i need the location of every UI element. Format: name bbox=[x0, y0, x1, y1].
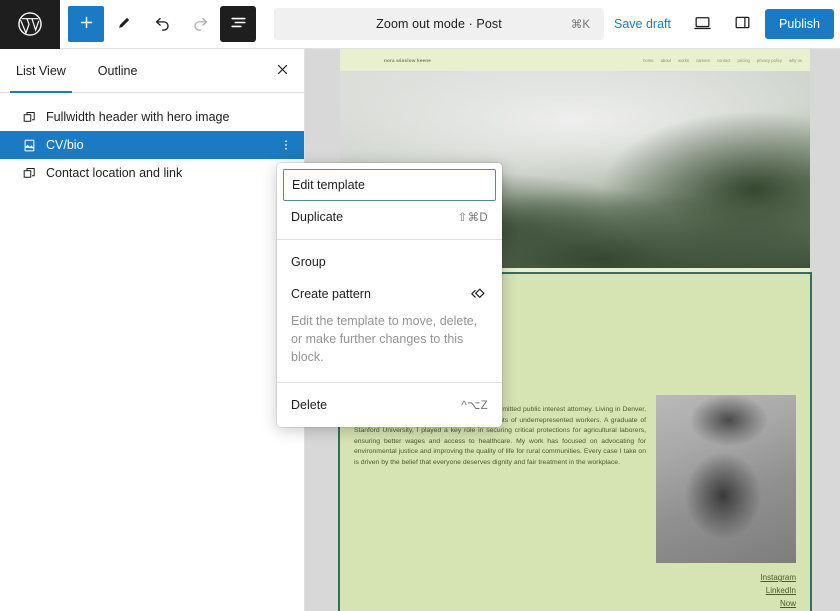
social-link-linkedin[interactable]: LinkedIn bbox=[656, 584, 796, 597]
preview-button[interactable] bbox=[685, 6, 721, 42]
editor-toolbar: Zoom out mode · Post ⌘K Save draft Publi… bbox=[0, 0, 840, 49]
site-nav-links: home about works careers contact pricing… bbox=[643, 58, 802, 63]
pattern-icon bbox=[22, 166, 46, 181]
settings-sidebar-button[interactable] bbox=[725, 6, 761, 42]
list-view-rows: Fullwidth header with hero image CV/bio bbox=[0, 93, 304, 187]
pencil-icon bbox=[116, 14, 133, 34]
edit-tool-button[interactable] bbox=[106, 6, 142, 42]
site-nav-link[interactable]: pricing bbox=[737, 58, 749, 63]
menu-item-label: Edit template bbox=[292, 178, 365, 192]
list-view-tabs: List View Outline bbox=[0, 49, 304, 93]
plus-icon bbox=[78, 14, 95, 34]
menu-item-duplicate[interactable]: Duplicate ⇧⌘D bbox=[277, 201, 502, 233]
toolbar-left-group bbox=[60, 6, 256, 42]
menu-item-delete[interactable]: Delete ^⌥Z bbox=[277, 389, 502, 421]
site-navigation: nora winslow keene home about works care… bbox=[340, 49, 810, 71]
close-list-view-button[interactable] bbox=[260, 49, 304, 92]
document-title: Zoom out mode · Post bbox=[376, 17, 502, 31]
list-item-fullwidth-header[interactable]: Fullwidth header with hero image bbox=[0, 103, 304, 131]
list-view-icon bbox=[229, 13, 248, 35]
bio-social-links: Instagram LinkedIn Now bbox=[656, 571, 796, 611]
undo-arrow-icon bbox=[153, 13, 172, 35]
redo-arrow-icon bbox=[191, 13, 210, 35]
list-item-cv-bio[interactable]: CV/bio bbox=[0, 131, 304, 159]
close-icon bbox=[275, 62, 290, 80]
menu-help-note: Edit the template to move, delete, or ma… bbox=[291, 314, 478, 365]
pattern-icon bbox=[22, 110, 46, 125]
social-link-now[interactable]: Now bbox=[656, 597, 796, 610]
list-item-label: CV/bio bbox=[46, 138, 84, 152]
menu-item-label: Create pattern bbox=[291, 287, 371, 301]
wordpress-logo-icon[interactable] bbox=[0, 0, 60, 49]
list-item-label: Fullwidth header with hero image bbox=[46, 110, 230, 124]
block-options-menu: Edit template Duplicate ⇧⌘D Group Create… bbox=[277, 163, 502, 428]
bio-columns: My name is Nora Winslow Keene, and I'm a… bbox=[354, 395, 796, 611]
bio-left-column: My name is Nora Winslow Keene, and I'm a… bbox=[354, 395, 646, 611]
list-item-contact-location[interactable]: Contact location and link bbox=[0, 159, 304, 187]
menu-divider bbox=[277, 382, 502, 384]
command-shortcut: ⌘K bbox=[570, 19, 590, 31]
toolbar-right-group: Save draft Publish bbox=[604, 6, 840, 42]
tab-outline[interactable]: Outline bbox=[82, 49, 154, 92]
menu-item-group[interactable]: Group bbox=[277, 246, 502, 278]
site-nav-link[interactable]: privacy policy bbox=[757, 58, 782, 63]
settings-sidebar-icon bbox=[733, 13, 752, 35]
site-nav-link[interactable]: why us bbox=[789, 58, 802, 63]
list-view-panel: List View Outline Fullwidth header with … bbox=[0, 49, 305, 611]
block-inserter-button[interactable] bbox=[68, 6, 104, 42]
menu-item-shortcut: ^⌥Z bbox=[461, 400, 488, 413]
site-brand: nora winslow keene bbox=[384, 57, 431, 63]
social-link-instagram[interactable]: Instagram bbox=[656, 571, 796, 584]
site-nav-link[interactable]: home bbox=[643, 58, 653, 63]
pattern-chevrons-icon bbox=[469, 285, 488, 304]
vintage-portrait-photo[interactable] bbox=[656, 395, 796, 564]
save-draft-button[interactable]: Save draft bbox=[604, 11, 681, 37]
editor-root: Zoom out mode · Post ⌘K Save draft Publi… bbox=[0, 0, 840, 611]
publish-button[interactable]: Publish bbox=[764, 9, 834, 39]
list-view-toggle-button[interactable] bbox=[220, 6, 256, 42]
menu-item-label: Delete bbox=[291, 398, 328, 413]
menu-item-create-pattern[interactable]: Create pattern bbox=[277, 278, 502, 310]
undo-button[interactable] bbox=[144, 6, 180, 42]
menu-item-shortcut: ⇧⌘D bbox=[457, 212, 488, 224]
site-nav-link[interactable]: careers bbox=[696, 58, 710, 63]
menu-item-label: Group bbox=[291, 255, 326, 269]
list-item-label: Contact location and link bbox=[46, 166, 183, 180]
menu-divider bbox=[277, 239, 502, 240]
site-nav-link[interactable]: works bbox=[678, 58, 689, 63]
redo-button[interactable] bbox=[182, 6, 218, 42]
menu-item-label: Duplicate bbox=[291, 210, 344, 224]
list-item-options-button[interactable] bbox=[276, 138, 296, 152]
bio-right-column: Instagram LinkedIn Now bbox=[656, 395, 796, 611]
site-nav-link[interactable]: contact bbox=[717, 58, 731, 63]
media-text-icon bbox=[22, 138, 46, 153]
desktop-preview-icon bbox=[693, 13, 712, 35]
tab-list-view[interactable]: List View bbox=[0, 49, 82, 93]
site-nav-link[interactable]: about bbox=[661, 58, 671, 63]
menu-item-edit-template[interactable]: Edit template bbox=[283, 169, 496, 201]
document-title-bar[interactable]: Zoom out mode · Post ⌘K bbox=[274, 8, 604, 40]
